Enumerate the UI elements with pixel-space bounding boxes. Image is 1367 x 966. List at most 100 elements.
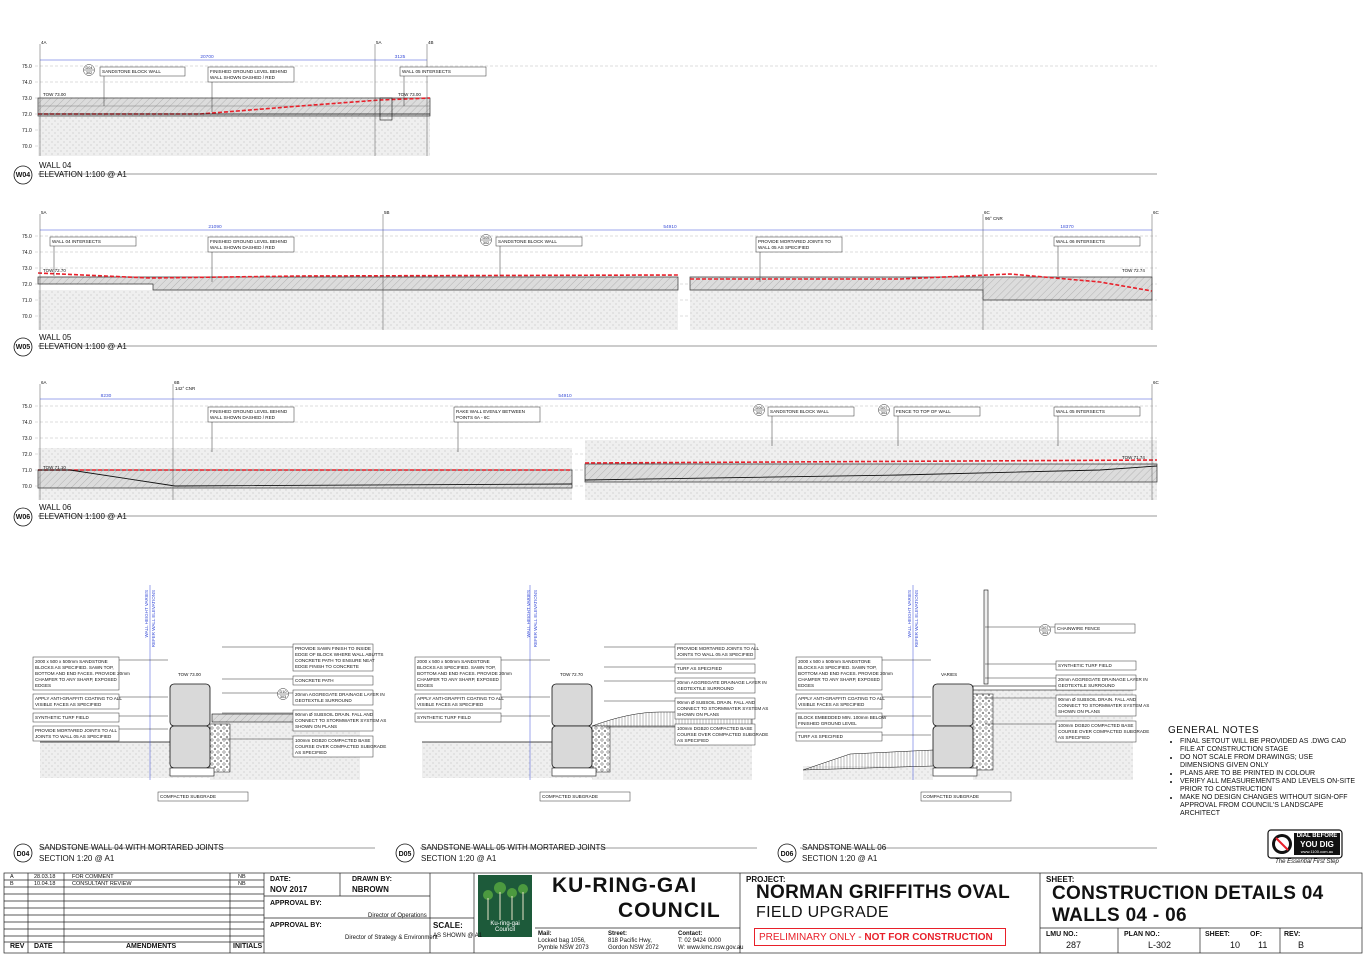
wall-height-note: REFER WALL ELEVATIONS	[151, 590, 156, 647]
approval2-role: Director of Strategy & Environment	[345, 935, 438, 941]
level-label: 70.0	[22, 144, 32, 150]
subgrade-label: COMPACTED SUBGRADE	[923, 794, 979, 799]
logo-text-line2: Council	[494, 927, 515, 933]
drawing-sheet: 75.0 74.0 73.0 72.0 71.0 70.0 4A 5A 4B 20700 3125 T…	[3, 40, 1363, 954]
gridline-label: 5A	[376, 40, 382, 45]
section-callout-left: BLOCKS AS SPECIFIED. SAWN TOP,	[798, 665, 877, 670]
section-callout-right: COURSE OVER COMPACTED SUBGRADE	[677, 732, 768, 737]
drawn-label: DRAWN BY:	[352, 876, 392, 883]
level-label: 72.0	[22, 282, 32, 288]
dimension-label: 3125	[395, 54, 406, 60]
detail-ref-number: D10	[280, 690, 287, 694]
rev-header-rev: REV	[10, 943, 25, 950]
elevation-subtitle: ELEVATION 1:100 @ A1	[39, 512, 127, 521]
section-callout-right: CONCRETE PATH TO ENSURE NEAT	[295, 658, 375, 663]
dial-before-you-dig-text: DIAL BEFORE YOU DIG www.1100.com.au	[1294, 833, 1340, 854]
wall-height-note: WALL HEIGHT VARIES	[144, 590, 149, 638]
section-title: SANDSTONE WALL 06	[802, 843, 887, 852]
detail-ref-number: D06	[756, 406, 763, 410]
approval2-label: APPROVAL BY:	[270, 922, 322, 929]
wall-height-note: REFER WALL ELEVATIONS	[914, 590, 919, 647]
section-callout-left: 2000 x 500 x 500mm SANDSTONE	[417, 659, 490, 664]
grid-angle-note: 96° CNR	[985, 216, 1004, 221]
level-label: 71.0	[22, 468, 32, 474]
section-callout-right: COURSE OVER COMPACTED SUBGRADE	[295, 744, 386, 749]
approval1-role: Director of Operations	[368, 913, 427, 919]
street-label: Street:	[608, 931, 628, 937]
section-callout-right: SHOWN ON PLANS	[677, 712, 719, 717]
dbyd-tagline: The Essential First Step	[1275, 859, 1339, 865]
dbyd-line2: YOU DIG	[1300, 840, 1334, 849]
status-not-for-construction: NOT FOR CONSTRUCTION	[864, 932, 993, 943]
grid-angle-note: 142° CNR	[175, 386, 196, 391]
lmu-label: LMU NO.:	[1046, 931, 1078, 938]
scale-label: SCALE:	[433, 921, 463, 930]
section-callout-left: APPLY ANTI-GRAFFITI COATING TO ALL	[35, 696, 122, 701]
elevation-callout: FENCE TO TOP OF WALL	[896, 409, 951, 414]
project-name: NORMAN GRIFFITHS OVAL	[756, 882, 1010, 903]
rev-value: B	[1298, 940, 1305, 950]
section-callout-left: SYNTHETIC TURF FIELD	[417, 715, 471, 720]
section-callout-right: PROVIDE MORTARED JOINTS TO ALL	[677, 646, 760, 651]
section-callout-left: EDGES	[35, 683, 51, 688]
section-callout-right: JOINTS TO WALL 05 AS SPECIFIED	[677, 652, 754, 657]
of-label: OF:	[1250, 931, 1263, 938]
section-callout-right: SHOWN ON PLANS	[295, 724, 337, 729]
revision-amendment: CONSULTANT REVIEW	[72, 880, 132, 887]
section-callout-left: FINISHED GROUND LEVEL	[798, 721, 857, 726]
elevation-callout: WALL 06 INTERSECTS	[1056, 239, 1105, 244]
tow-label: TOW 73.00	[398, 92, 421, 97]
gridline-label: 6B	[174, 380, 180, 385]
council-street: Street: 818 Pacific Hwy, Gordon NSW 2072	[608, 931, 659, 952]
gridline-label: 6C	[984, 210, 991, 215]
elevation-code: W06	[16, 514, 31, 521]
project-subtitle: FIELD UPGRADE	[756, 904, 889, 921]
section-callout-left: BLOCK EMBEDDED MIN. 100mm BELOW	[798, 715, 887, 720]
level-label: 74.0	[22, 420, 32, 426]
drawn-value: NBROWN	[352, 885, 389, 894]
section-callout-right: CONCRETE PATH	[295, 678, 334, 683]
council-contact: Contact: T: 02 9424 0000 W: www.kmc.nsw.…	[678, 931, 743, 952]
section-callout-right: CHAINWIRE FENCE	[1057, 626, 1100, 631]
section-callout-right: AS SPECIFIED	[295, 750, 327, 755]
section-d05-drawing	[395, 585, 757, 863]
dimension-label: 54910	[663, 224, 677, 230]
of-value: 11	[1258, 940, 1268, 950]
street-line1: 818 Pacific Hwy,	[608, 938, 652, 944]
section-callout-left: CHAMFER TO ANY SHARP, EXPOSED	[417, 677, 500, 682]
elevation-callout: SANDSTONE BLOCK WALL	[498, 239, 557, 244]
section-title: SANDSTONE WALL 05 WITH MORTARED JOINTS	[421, 843, 606, 852]
level-label: 75.0	[22, 64, 32, 70]
section-callout-right: 100mm DGB20 COMPACTED BASE	[1058, 723, 1133, 728]
section-callout-right: AS SPECIFIED	[677, 738, 709, 743]
section-callout-left: VISIBLE FACES AS SPECIFIED	[35, 702, 102, 707]
section-subtitle: SECTION 1:20 @ A1	[802, 854, 878, 863]
detail-ref-sheet: 302	[86, 71, 92, 75]
detail-ref-number: D07	[1042, 626, 1049, 630]
elevation-w06	[13, 384, 1158, 527]
section-callout-left: APPLY ANTI-GRAFFITI COATING TO ALL	[417, 696, 504, 701]
detail-ref-sheet: 303	[1042, 631, 1048, 635]
section-callout-right: SHOWN ON PLANS	[1058, 709, 1100, 714]
dimension-label: 18370	[1060, 224, 1074, 230]
elevation-callout: WALL SHOWN DASHED / RED	[210, 75, 276, 80]
detail-ref-sheet: 303	[881, 411, 887, 415]
mail-line1: Locked bag 1056,	[538, 938, 586, 944]
tow-label: TOW 73.00	[43, 92, 66, 97]
revision-initials: NB	[238, 880, 246, 887]
subgrade-label: COMPACTED SUBGRADE	[542, 794, 598, 799]
lmu-value: 287	[1066, 940, 1082, 950]
level-label: 73.0	[22, 436, 32, 442]
revision-rev: A	[10, 873, 14, 880]
elevation-subtitle: ELEVATION 1:100 @ A1	[39, 170, 127, 179]
gridline-label: 6C	[1153, 380, 1160, 385]
revision-initials: NB	[238, 873, 246, 880]
elevation-callout: FINISHED GROUND LEVEL BEHIND	[210, 239, 288, 244]
elevation-w04	[13, 44, 1157, 185]
general-notes: GENERAL NOTES FINAL SETOUT WILL BE PROVI…	[1168, 725, 1358, 818]
street-line2: Gordon NSW 2072	[608, 945, 659, 951]
general-note-item: PLANS ARE TO BE PRINTED IN COLOUR	[1180, 770, 1358, 778]
gridline-label: 5A	[41, 210, 47, 215]
wall-height-note: WALL HEIGHT VARIES	[526, 590, 531, 638]
section-callout-left: 2000 x 500 x 500mm SANDSTONE	[35, 659, 108, 664]
